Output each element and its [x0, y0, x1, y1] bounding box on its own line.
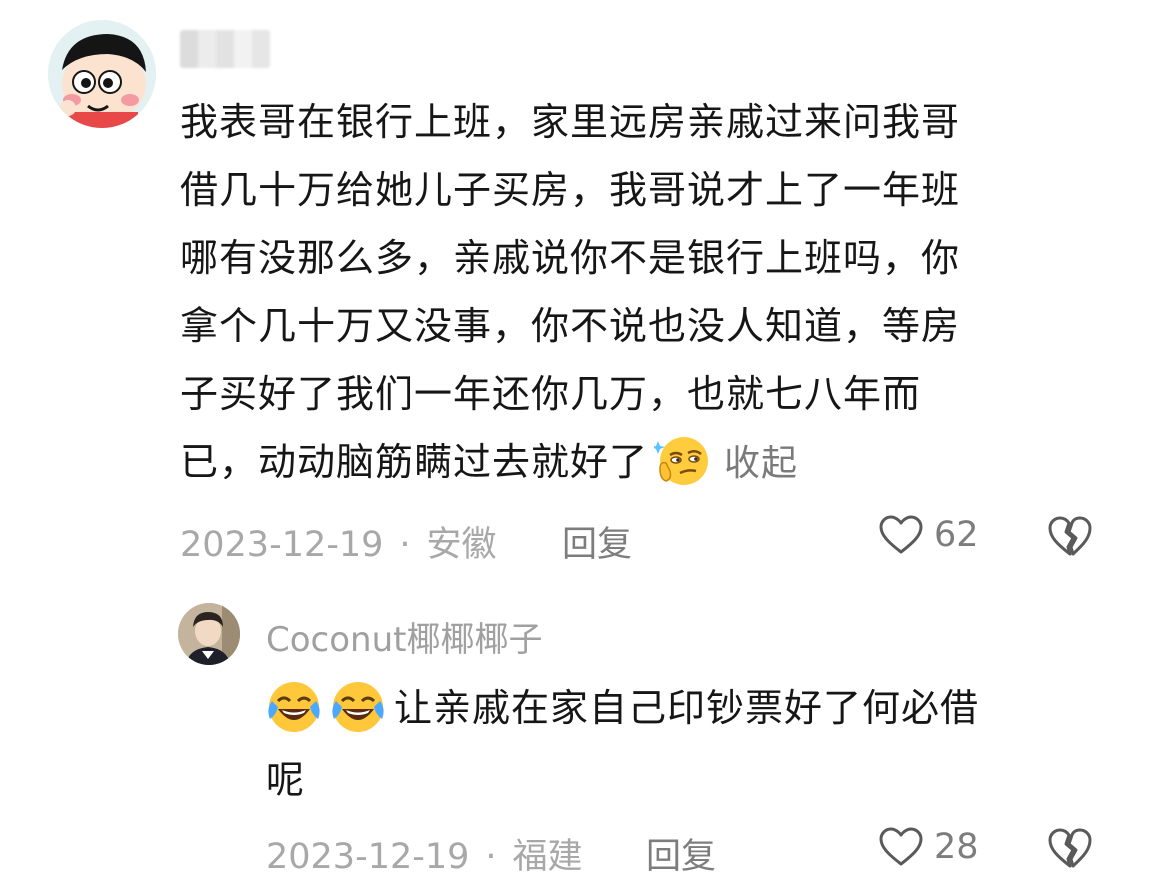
- broken-heart-icon[interactable]: [1046, 826, 1094, 870]
- collapse-link[interactable]: 收起: [724, 443, 798, 484]
- reply-text: 让亲戚在家自己印钞票好了何必借 呢: [266, 672, 1096, 816]
- comment-meta: 2023-12-19 · 安徽: [180, 516, 497, 567]
- heart-outline-icon: [879, 515, 923, 554]
- reply-button[interactable]: 回复: [646, 828, 716, 879]
- heart-outline-icon: [879, 827, 923, 866]
- comment-location: 福建: [512, 837, 583, 877]
- username[interactable]: Coconut椰椰椰子: [266, 612, 542, 661]
- comment-line: 拿个几十万又没事，你不说也没人知道，等房: [180, 304, 961, 348]
- comment-date: 2023-12-19: [180, 525, 384, 565]
- comment-line: 让亲戚在家自己印钞票好了何必借: [394, 686, 980, 730]
- like-count: 62: [934, 515, 979, 555]
- comment-line: 已，动动脑筋瞒过去就好了: [180, 440, 649, 484]
- meta-separator: ·: [399, 525, 411, 565]
- profile-photo-icon: [178, 603, 240, 665]
- avatar[interactable]: [178, 603, 240, 665]
- comment-line: 哪有没那么多，亲戚说你不是银行上班吗，你: [180, 236, 961, 280]
- comment-first-line: 让亲戚在家自己印钞票好了何必借: [266, 672, 1096, 744]
- comment-last-line: 已，动动脑筋瞒过去就好了 收起: [180, 428, 1100, 498]
- comment-line: 呢: [266, 758, 306, 802]
- comment-meta: 2023-12-19 · 福建: [266, 828, 583, 879]
- username-blurred[interactable]: [180, 30, 270, 68]
- like-button[interactable]: 62: [878, 514, 979, 556]
- comment-line: 借几十万给她儿子买房，我哥说才上了一年班: [180, 168, 961, 212]
- comment-text: 我表哥在银行上班，家里远房亲戚过来问我哥 借几十万给她儿子买房，我哥说才上了一年…: [180, 88, 1100, 498]
- cartoon-avatar-icon: [48, 20, 156, 128]
- comment-line: 我表哥在银行上班，家里远房亲戚过来问我哥: [180, 100, 961, 144]
- comment-thread: 我表哥在银行上班，家里远房亲戚过来问我哥 借几十万给她儿子买房，我哥说才上了一年…: [0, 0, 1152, 889]
- crying-laughing-emoji-icon: [268, 681, 320, 732]
- comment-location: 安徽: [426, 525, 497, 565]
- like-count: 28: [934, 827, 979, 867]
- crying-laughing-emoji-icon: [332, 681, 384, 732]
- avatar[interactable]: [48, 20, 156, 128]
- comment-date: 2023-12-19: [266, 837, 470, 877]
- meta-separator: ·: [485, 837, 497, 877]
- like-button[interactable]: 28: [878, 826, 979, 868]
- comment-line: 子买好了我们一年还你几万，也就七八年而: [180, 372, 922, 416]
- reply-button[interactable]: 回复: [562, 516, 632, 567]
- broken-heart-icon[interactable]: [1046, 514, 1094, 558]
- thinking-smirk-emoji-icon: [654, 436, 709, 485]
